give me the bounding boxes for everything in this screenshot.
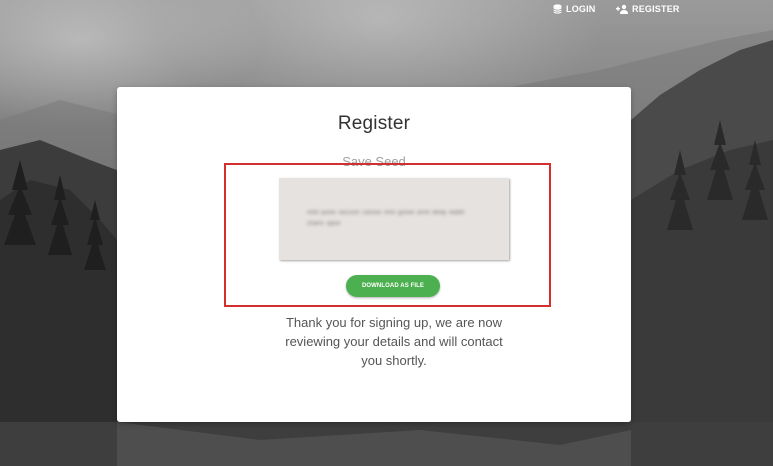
database-icon	[553, 4, 562, 14]
add-user-icon	[616, 4, 628, 14]
download-as-file-button[interactable]: DOWNLOAD AS FILE	[346, 275, 440, 297]
register-label: REGISTER	[632, 4, 680, 14]
login-link[interactable]: LOGIN	[553, 4, 596, 14]
seed-phrase-box: orbit pulse raccoon canvas mint goose an…	[279, 178, 509, 260]
register-card: Register Save Seed orbit pulse raccoon c…	[117, 87, 631, 422]
seed-phrase-text: orbit pulse raccoon canvas mint goose an…	[307, 210, 465, 227]
page-title: Register	[337, 113, 411, 134]
top-navigation: LOGIN REGISTER	[0, 0, 773, 22]
thank-you-message: Thank you for signing up, we are now rev…	[285, 315, 503, 368]
register-link[interactable]: REGISTER	[616, 4, 680, 14]
save-seed-heading: Save Seed	[342, 154, 406, 169]
login-label: LOGIN	[566, 4, 596, 14]
